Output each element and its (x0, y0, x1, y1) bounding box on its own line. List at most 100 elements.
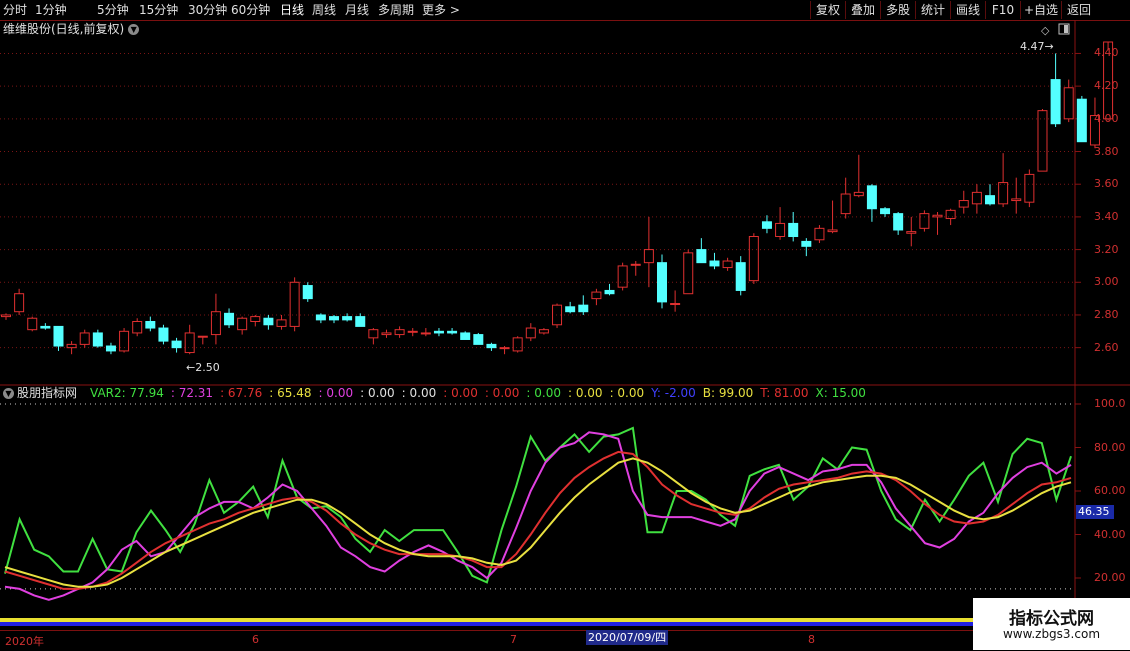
candle (92, 329, 103, 348)
price-grid (0, 52, 1081, 349)
candle (1076, 95, 1087, 143)
candle (14, 288, 25, 315)
candle (368, 328, 379, 345)
legend-item: VAR2: 77.94 (90, 386, 164, 400)
legend-item: : 0.00 (443, 386, 478, 400)
candle (893, 211, 904, 235)
candle (355, 313, 366, 327)
candle (420, 328, 431, 337)
date-label-6: 6 (252, 633, 259, 646)
date-label-8: 8 (808, 633, 815, 646)
legend-item: Y: -2.00 (651, 386, 696, 400)
candle (761, 215, 772, 234)
low-annotation: ←2.50 (186, 361, 220, 374)
candle (460, 331, 471, 340)
candle (499, 346, 510, 355)
price-tick-label: 3.60 (1094, 177, 1119, 191)
chart-area[interactable]: ←2.50 4.47→ ◇ (0, 0, 1130, 650)
candle (604, 283, 615, 296)
candle (617, 262, 628, 291)
candle (263, 314, 274, 330)
candle (1063, 79, 1074, 123)
candle (289, 277, 300, 332)
indicator-tick-label: 60.00 (1094, 484, 1126, 497)
candle (630, 261, 641, 276)
date-label-7: 7 (510, 633, 517, 646)
selected-date: 2020/07/09/四 (586, 630, 669, 645)
indicator-legend: ▼ 股朋指标网 VAR2: 77.94: 72.31: 67.76: 65.48: … (3, 386, 880, 400)
candle (486, 342, 497, 351)
candle (919, 210, 930, 232)
watermark: 指标公式网 www.zbgs3.com (973, 598, 1130, 650)
candle (119, 328, 130, 353)
candle (302, 282, 313, 302)
candle (578, 295, 589, 315)
candle (342, 313, 353, 322)
candle (40, 323, 51, 330)
candle (1050, 53, 1061, 127)
date-axis (0, 630, 1075, 651)
candle (643, 216, 654, 288)
price-tick-label: 3.40 (1094, 209, 1119, 223)
candle (512, 336, 523, 353)
diamond-icon[interactable]: ◇ (1041, 24, 1050, 37)
indicator-tick-label: 80.00 (1094, 440, 1126, 454)
legend-item: B: 99.00 (702, 386, 754, 400)
candle (433, 328, 444, 337)
candle (906, 216, 917, 247)
watermark-url: www.zbgs3.com (1002, 627, 1101, 641)
candle (79, 329, 90, 348)
candle (184, 324, 195, 355)
candle (985, 184, 995, 206)
candle (1, 313, 11, 320)
candle (158, 324, 169, 345)
indicator-lines (4, 426, 1072, 601)
indicator-name[interactable]: 股朋指标网 (17, 386, 77, 400)
price-tick-label: 3.20 (1094, 242, 1119, 256)
candle (210, 293, 221, 345)
candle (1024, 169, 1035, 208)
candle (866, 184, 877, 222)
indicator-grid (0, 403, 1081, 590)
legend-item: : 0.00 (526, 386, 561, 400)
candle (394, 326, 405, 338)
candle (250, 314, 261, 327)
indicator-current-value: 46.35 (1078, 505, 1110, 518)
candle (197, 335, 208, 345)
price-tick-label: 4.20 (1094, 79, 1119, 93)
candle (407, 328, 418, 337)
legend-item: : 0.00 (318, 386, 354, 400)
candle (958, 190, 969, 214)
legend-item: : 0.00 (484, 386, 520, 400)
candle (538, 328, 549, 335)
candle (552, 303, 563, 329)
price-tick-label: 4.40 (1094, 46, 1119, 60)
candle (1037, 109, 1048, 172)
candle (748, 233, 759, 284)
candle (1011, 177, 1022, 214)
candle (722, 257, 733, 271)
candle (853, 154, 864, 198)
candle (525, 323, 536, 342)
legend-item: : 72.31 (170, 386, 214, 400)
legend-item: : 0.00 (609, 386, 645, 400)
candle (132, 318, 143, 337)
candle (709, 252, 720, 270)
candle (801, 238, 812, 257)
candle (998, 153, 1009, 208)
price-tick-label: 3.80 (1094, 144, 1119, 158)
candle (657, 254, 667, 309)
indicator-series-line (4, 450, 1072, 590)
legend-item: T: 81.00 (760, 386, 809, 400)
indicator-menu-icon[interactable]: ▼ (3, 388, 14, 399)
indicator-tick-label: 100.0 (1094, 397, 1126, 410)
candle (971, 184, 982, 214)
candle (171, 337, 182, 353)
candle (224, 308, 235, 329)
indicator-tick-label: 20.00 (1094, 571, 1126, 584)
legend-item: : 65.48 (269, 386, 312, 400)
candle (591, 288, 602, 306)
candle (565, 301, 576, 314)
candle (315, 313, 326, 324)
price-tick-label: 2.80 (1094, 307, 1119, 321)
